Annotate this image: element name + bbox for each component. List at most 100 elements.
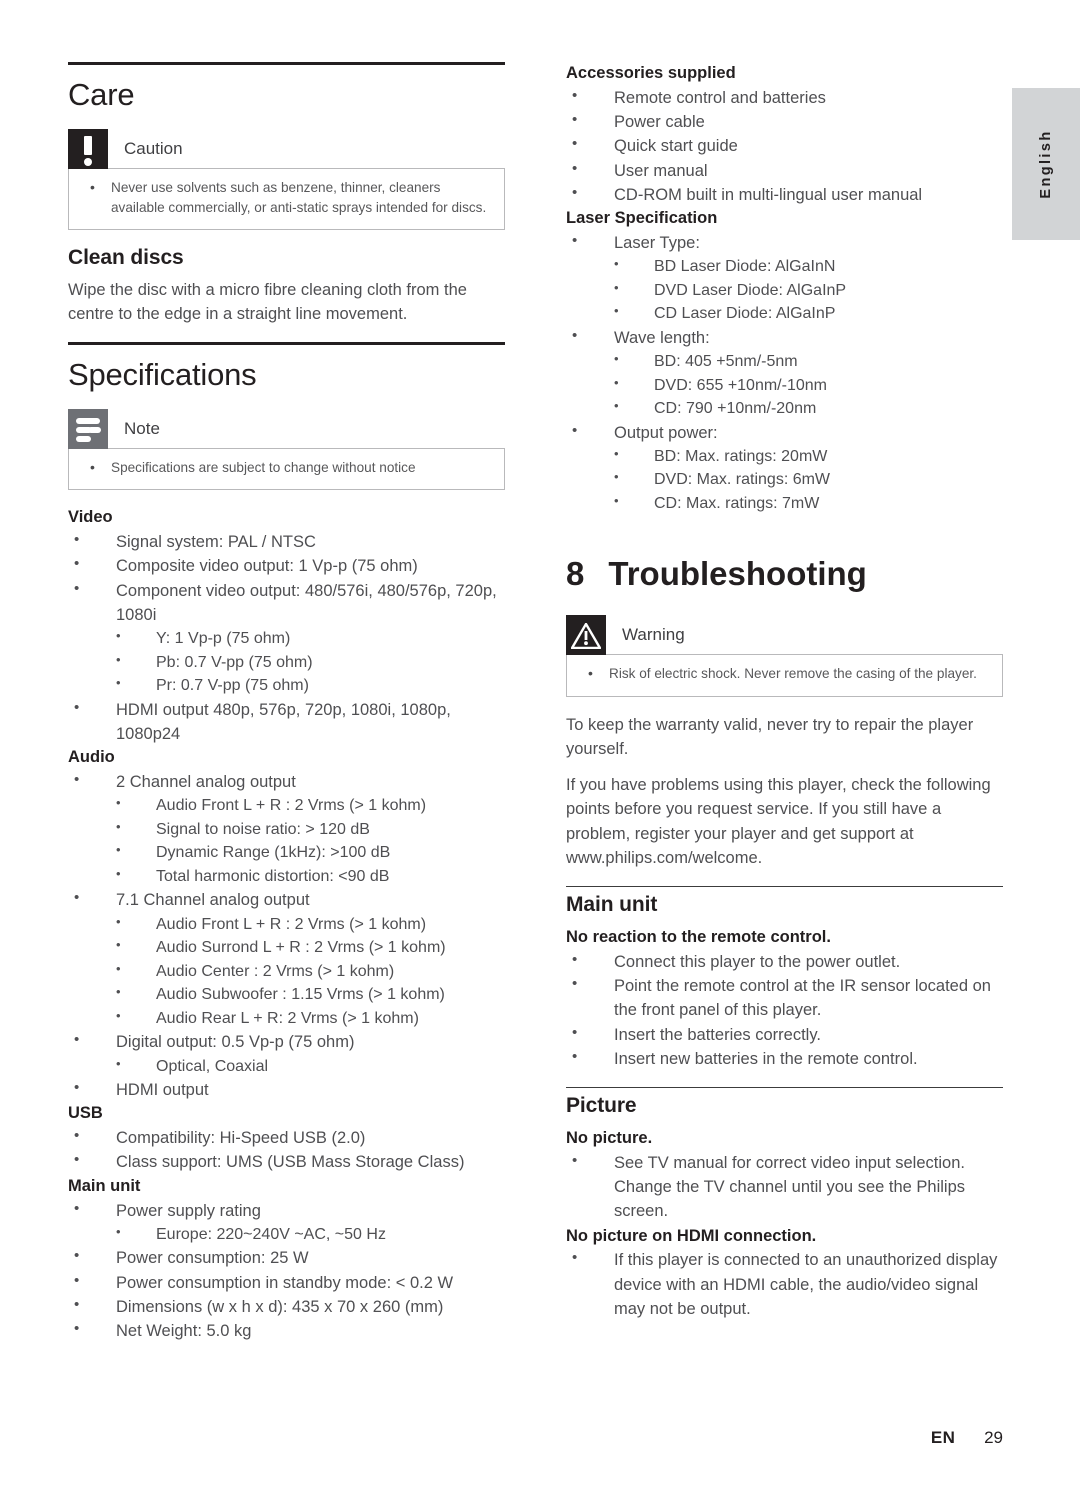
spec-subitem-list: BD Laser Diode: AlGaInNDVD Laser Diode: … [604,254,1003,326]
problem-solution: See TV manual for correct video input se… [566,1150,1003,1224]
spec-item: HDMI output [68,1077,505,1102]
spec-item: User manual [566,158,1003,183]
troubleshooting-section-title: Main unit [566,893,658,917]
spec-subitem: Audio Rear L + R: 2 Vrms (> 1 kohm) [106,1006,505,1031]
spec-item: Power supply rating [68,1198,505,1223]
spec-item: Power cable [566,109,1003,134]
spec-item: Power consumption: 25 W [68,1245,505,1270]
accessories-heading: Accessories supplied [566,64,736,82]
language-tab: English [1012,88,1080,240]
spec-subitem: BD: 405 +5nm/-5nm [604,349,1003,374]
spec-item-list: Laser Type:BD Laser Diode: AlGaInNDVD La… [566,230,1003,516]
spec-item: Class support: UMS (USB Mass Storage Cla… [68,1149,505,1174]
chapter-name: Troubleshooting [608,555,867,593]
spec-subitem: BD: Max. ratings: 20mW [604,444,1003,469]
spec-group-heading: Video [68,508,113,527]
footer-page-number: 29 [984,1428,1003,1447]
note-callout-body: Specifications are subject to change wit… [68,448,505,491]
warning-triangle-svg [571,623,601,650]
spec-subitem: Dynamic Range (1kHz): >100 dB [106,840,505,865]
spec-item: Wave length: [566,325,1003,350]
note-callout-header: Note [68,409,505,450]
problem-solution: Insert new batteries in the remote contr… [566,1046,1003,1071]
problem-solution: Point the remote control at the IR senso… [566,973,1003,1023]
spec-subitem: DVD: 655 +10nm/-10nm [604,373,1003,398]
chapter-number: 8 [566,555,585,593]
manual-page: English Care Caution Never use solvents … [0,0,1080,1507]
spec-item: Net Weight: 5.0 kg [68,1318,505,1343]
spec-item-list: Remote control and batteriesPower cableQ… [566,85,1003,207]
right-column: Accessories supplied Remote control and … [566,62,1003,1321]
spec-subitem: Total harmonic distortion: <90 dB [106,864,505,889]
warning-label: Warning [622,625,685,645]
section-rule [566,1087,1003,1089]
spec-subitem: CD: Max. ratings: 7mW [604,491,1003,516]
spec-subitem-list: BD: 405 +5nm/-5nmDVD: 655 +10nm/-10nmCD:… [604,349,1003,421]
spec-subitem: Y: 1 Vp-p (75 ohm) [106,626,505,651]
spec-subitem: Pb: 0.7 V-pp (75 ohm) [106,650,505,675]
spec-subitem: DVD: Max. ratings: 6mW [604,467,1003,492]
spec-subitem: Audio Center : 2 Vrms (> 1 kohm) [106,959,505,984]
clean-discs-heading: Clean discs [68,245,184,269]
caution-callout: Caution Never use solvents such as benze… [68,128,505,230]
spec-subitem-list: BD: Max. ratings: 20mWDVD: Max. ratings:… [604,444,1003,516]
spec-item: 7.1 Channel analog output [68,887,505,912]
note-label: Note [124,419,160,439]
spec-subitem: Optical, Coaxial [106,1054,505,1079]
caution-callout-header: Caution [68,128,505,169]
spec-group-heading: USB [68,1104,103,1123]
problem-solution: Insert the batteries correctly. [566,1022,1003,1047]
spec-subitem: DVD Laser Diode: AlGaInP [604,278,1003,303]
footer-locale: EN [930,1428,956,1447]
troubleshooting-section-title: Picture [566,1094,637,1118]
spec-subitem: Audio Front L + R : 2 Vrms (> 1 kohm) [106,912,505,937]
care-title: Care [68,77,135,112]
laser-specification-list: Laser Type:BD Laser Diode: AlGaInNDVD La… [566,230,1003,516]
spec-item-list: Signal system: PAL / NTSCComposite video… [68,529,505,746]
left-column: Care Caution Never use solvents such as … [68,62,505,1343]
spec-item-list: 2 Channel analog outputAudio Front L + R… [68,769,505,1102]
troubleshooting-paragraph-1: To keep the warranty valid, never try to… [566,715,974,758]
spec-item-list: If this player is connected to an unauth… [566,1247,1003,1321]
troubleshooting-sections: Main unit No reaction to the remote contr… [566,886,1003,1321]
warning-item: Risk of electric shock. Never remove the… [581,663,988,684]
problem-solution: If this player is connected to an unauth… [566,1247,1003,1321]
spec-subitem-list: Audio Front L + R : 2 Vrms (> 1 kohm) Aud… [106,912,505,1031]
spec-item: Component video output: 480/576i, 480/57… [68,578,505,628]
spec-item-list: Connect this player to the power outlet.… [566,949,1003,1071]
specifications-heading-rule [68,342,505,346]
spec-subitem: CD Laser Diode: AlGaInP [604,301,1003,326]
page-footer: EN 29 [566,1428,1003,1448]
spec-subitem: Audio Subwoofer : 1.15 Vrms (> 1 kohm) [106,982,505,1007]
spec-item: 2 Channel analog output [68,769,505,794]
warning-callout: Warning Risk of electric shock. Never re… [566,615,1003,697]
spec-subitem: Audio Front L + R : 2 Vrms (> 1 kohm) [106,793,505,818]
spec-subitem: Signal to noise ratio: > 120 dB [106,817,505,842]
troubleshooting-paragraph-2: If you have problems using this player, … [566,776,991,867]
spec-item-list: Power supply ratingEurope: 220~240V ~AC,… [68,1198,505,1344]
section-rule [566,886,1003,888]
note-callout: Note Specifications are subject to chang… [68,409,505,491]
problem-symptom: No picture. [566,1129,653,1148]
spec-item: Digital output: 0.5 Vp-p (75 ohm) [68,1029,505,1054]
note-lines-icon [68,409,108,450]
spec-item: Laser Type: [566,230,1003,255]
spec-item: CD-ROM built in multi-lingual user manua… [566,182,1003,207]
warning-callout-header: Warning [566,615,1003,656]
specification-groups: Video Signal system: PAL / NTSCComposite … [68,506,505,1343]
caution-item: Never use solvents such as benzene, thin… [83,177,490,218]
troubleshooting-title: 8 Troubleshooting [566,555,1003,593]
warning-callout-body: Risk of electric shock. Never remove the… [566,654,1003,697]
spec-group-heading: Main unit [68,1176,141,1195]
note-item: Specifications are subject to change wit… [83,457,490,478]
caution-label: Caution [124,138,183,158]
spec-item: Power consumption in standby mode: < 0.2… [68,1270,505,1295]
spec-subitem: Pr: 0.7 V-pp (75 ohm) [106,673,505,698]
laser-heading: Laser Specification [566,209,718,228]
spec-item: Output power: [566,420,1003,445]
clean-discs-text: Wipe the disc with a micro fibre cleanin… [68,280,467,324]
spec-item: Remote control and batteries [566,85,1003,110]
spec-item-list: See TV manual for correct video input se… [566,1150,1003,1224]
problem-solution: Connect this player to the power outlet. [566,949,1003,974]
spec-item: Compatibility: Hi-Speed USB (2.0) [68,1125,505,1150]
